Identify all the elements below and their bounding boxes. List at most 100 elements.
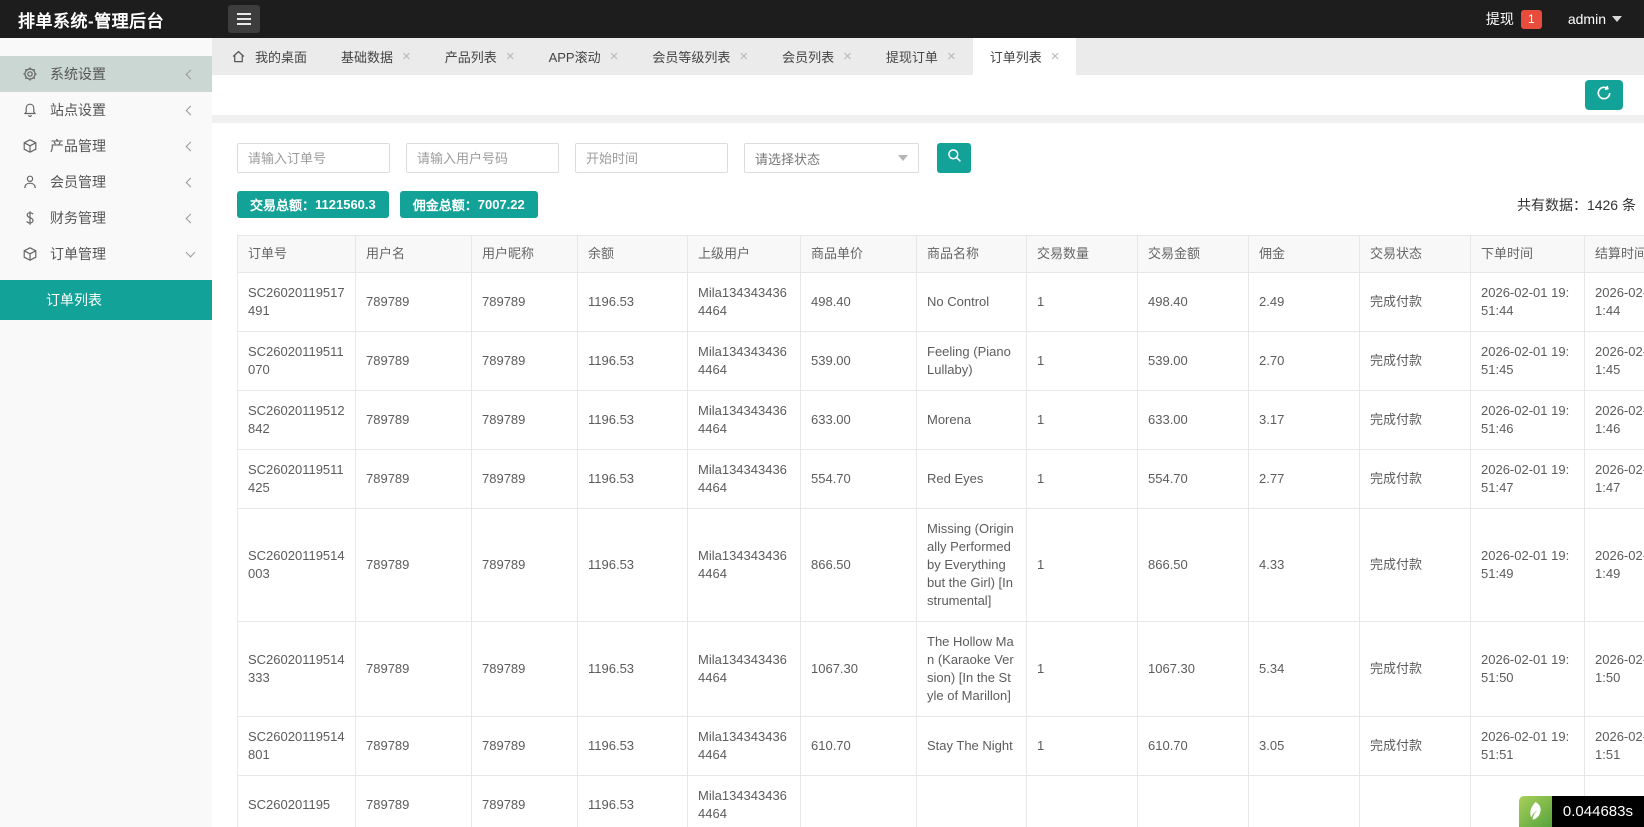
table-cell: 498.40 [1138, 273, 1249, 332]
table-cell: 2026-02-01 19:51:46 [1471, 391, 1585, 450]
table-cell: Feeling (Piano Lullaby) [917, 332, 1027, 391]
status-select-value: 请选择状态 [755, 149, 820, 168]
sidebar-item[interactable]: 产品管理 [0, 128, 212, 164]
app-window: 排单系统-管理后台 提现 1 admin 系统设置站点设置产品管理会员管理财务管… [0, 0, 1644, 827]
table-cell: 1196.53 [578, 509, 688, 622]
filter-bar: 请选择状态 [237, 143, 1644, 173]
table-row: SC260201195143337897897897891196.53Mila1… [238, 622, 1644, 717]
order-no-input[interactable] [237, 143, 390, 173]
table-cell: 2026-02-01 19:51:49 [1585, 509, 1644, 622]
close-icon[interactable]: × [947, 49, 956, 64]
tab-label: 提现订单 [886, 47, 938, 66]
table-cell: 1 [1027, 717, 1138, 776]
record-count: 共有数据：1426 条 [1517, 195, 1636, 215]
table-cell: SC26020119511425 [238, 450, 356, 509]
table-cell: 610.70 [801, 717, 917, 776]
sidebar-item[interactable]: 订单管理 [0, 236, 212, 272]
table-cell: 789789 [472, 717, 578, 776]
sidebar-item-label: 订单管理 [50, 244, 187, 264]
user-menu[interactable]: admin [1568, 11, 1622, 27]
table-cell: 1 [1027, 622, 1138, 717]
column-header: 下单时间 [1471, 236, 1585, 273]
table-cell: 789789 [356, 450, 472, 509]
column-header: 订单号 [238, 236, 356, 273]
tab-label: 会员列表 [782, 47, 834, 66]
tab[interactable]: 会员等级列表× [635, 38, 765, 75]
commission-total-value: 7007.22 [478, 197, 525, 212]
sidebar-item[interactable]: 站点设置 [0, 92, 212, 128]
table-cell: 2026-02-01 19:51:46 [1585, 391, 1644, 450]
toolbar-strip [212, 75, 1644, 115]
close-icon[interactable]: × [1051, 49, 1060, 64]
close-icon[interactable]: × [402, 49, 411, 64]
tab-label: 我的桌面 [255, 47, 307, 66]
table-cell: 789789 [356, 509, 472, 622]
tab[interactable]: 基础数据 × [324, 38, 428, 75]
sidebar-item-order-list[interactable]: 订单列表 [0, 280, 212, 320]
start-time-input[interactable] [575, 143, 728, 173]
sidebar-item[interactable]: 财务管理 [0, 200, 212, 236]
close-icon[interactable]: × [843, 49, 852, 64]
table-cell: 554.70 [801, 450, 917, 509]
table-cell [1360, 776, 1471, 827]
tab[interactable]: 我的桌面 [214, 38, 324, 75]
close-icon[interactable]: × [610, 49, 619, 64]
table-cell: 完成付款 [1360, 622, 1471, 717]
debug-time: 0.044683s [1552, 796, 1644, 827]
cube-icon [22, 138, 50, 154]
column-header: 交易状态 [1360, 236, 1471, 273]
table-cell: 789789 [356, 391, 472, 450]
table-cell: 2026-02-01 19:51:44 [1471, 273, 1585, 332]
search-button[interactable] [937, 143, 971, 173]
trade-total-value: 1121560.3 [315, 197, 376, 212]
refresh-button[interactable] [1585, 80, 1623, 110]
table-cell: 1 [1027, 450, 1138, 509]
tab[interactable]: 产品列表× [428, 38, 532, 75]
summary-row: 交易总额： 1121560.3 佣金总额： 7007.22 共有数据：1426 … [237, 191, 1644, 218]
table-cell: 539.00 [1138, 332, 1249, 391]
table-cell: SC26020119517491 [238, 273, 356, 332]
tab[interactable]: 会员列表 × [765, 38, 869, 75]
table-cell: 2026-02-01 19:51:47 [1585, 450, 1644, 509]
withdraw-link[interactable]: 提现 1 [1486, 9, 1542, 29]
chevron-down-icon [1612, 16, 1622, 27]
tab-label: 订单列表 [990, 47, 1042, 66]
table-cell: 1196.53 [578, 273, 688, 332]
table-cell: 789789 [472, 622, 578, 717]
gear-icon [22, 66, 50, 82]
table-cell [917, 776, 1027, 827]
table-row: SC2602011957897897897891196.53Mila134343… [238, 776, 1644, 827]
tab-bar: 我的桌面基础数据×产品列表×APP滚动×会员等级列表×会员列表×提现订单×订单列… [212, 38, 1644, 75]
table-cell [1249, 776, 1360, 827]
table-cell: 1196.53 [578, 332, 688, 391]
user-no-input[interactable] [406, 143, 559, 173]
column-header: 用户名 [356, 236, 472, 273]
table-cell: SC260201195 [238, 776, 356, 827]
column-header: 商品单价 [801, 236, 917, 273]
table-cell: 2.49 [1249, 273, 1360, 332]
close-icon[interactable]: × [506, 49, 515, 64]
table-cell: 789789 [472, 776, 578, 827]
column-header: 商品名称 [917, 236, 1027, 273]
tab[interactable]: 提现订单 × [869, 38, 973, 75]
tab[interactable]: 订单列表 × [973, 38, 1077, 75]
column-header: 佣金 [1249, 236, 1360, 273]
trade-total-label: 交易总额： [250, 195, 315, 214]
table-cell: 789789 [356, 622, 472, 717]
table-cell: 2026-02-01 19:51:45 [1585, 332, 1644, 391]
table-cell: 1067.30 [1138, 622, 1249, 717]
tab-label: 基础数据 [341, 47, 393, 66]
close-icon[interactable]: × [739, 49, 748, 64]
debug-badge[interactable]: 0.044683s [1519, 796, 1644, 827]
status-select[interactable]: 请选择状态 [744, 143, 919, 173]
hamburger-menu-icon[interactable] [228, 5, 260, 33]
table-body: SC260201195174917897897897891196.53Mila1… [238, 273, 1644, 827]
table-cell: 1 [1027, 509, 1138, 622]
sidebar-item[interactable]: 会员管理 [0, 164, 212, 200]
sidebar-item[interactable]: 系统设置 [0, 56, 212, 92]
column-header: 用户昵称 [472, 236, 578, 273]
tab[interactable]: APP滚动× [532, 38, 636, 75]
table-cell: 789789 [472, 332, 578, 391]
table-cell [1027, 776, 1138, 827]
chevron-down-icon [898, 155, 908, 166]
